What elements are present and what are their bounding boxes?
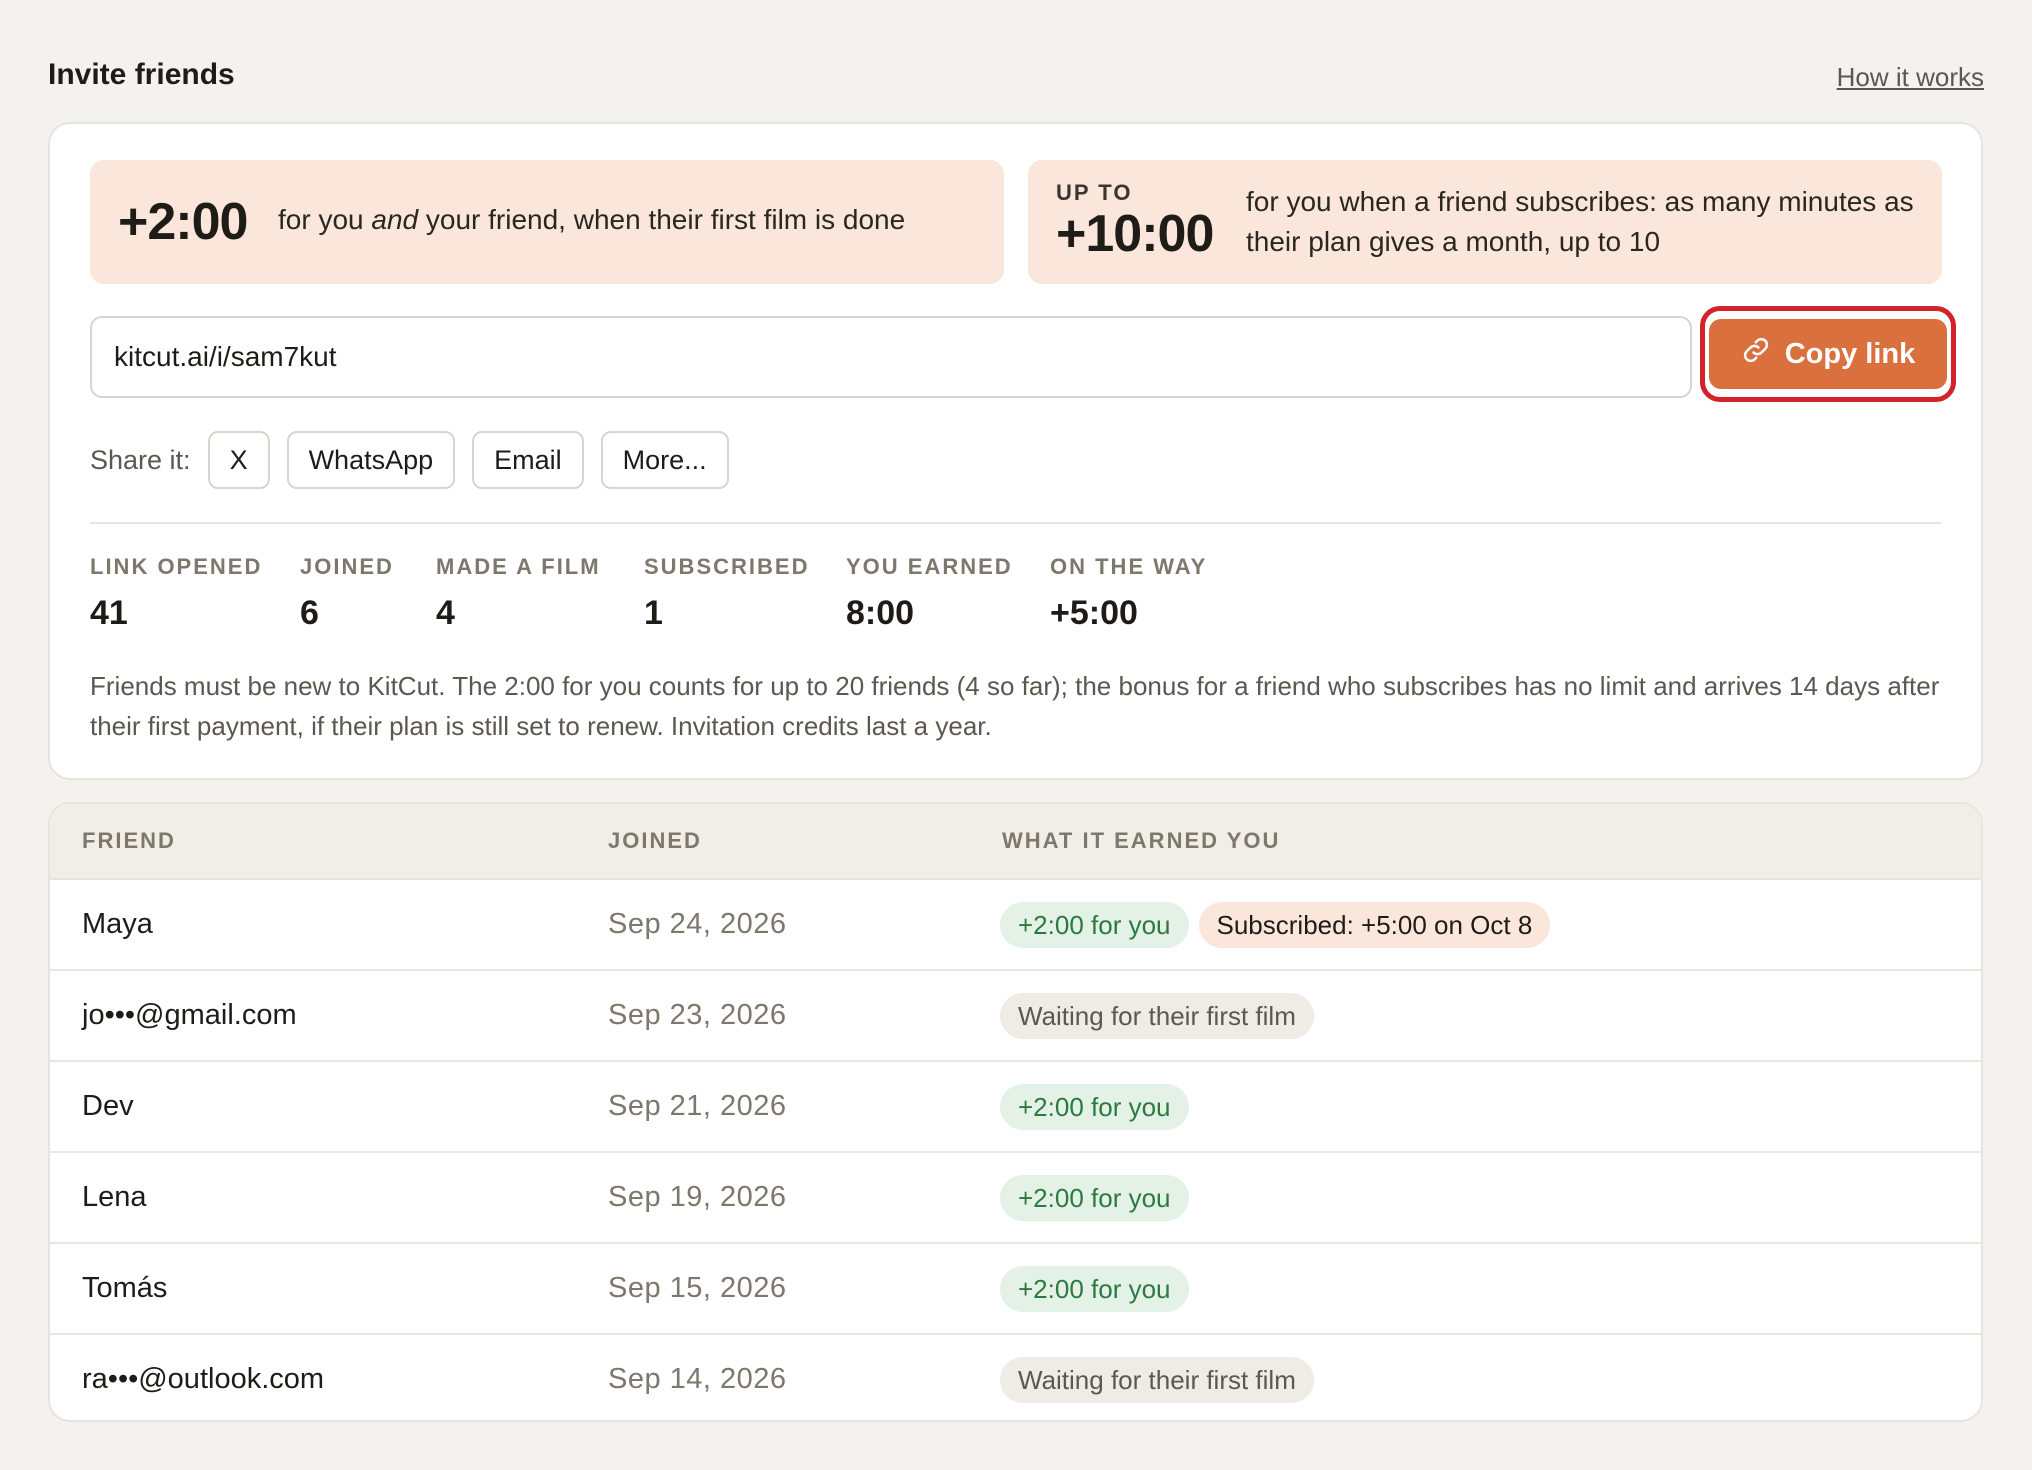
share-label: Share it: bbox=[90, 444, 191, 475]
table-row: Lena Sep 19, 2026 +2:00 for you bbox=[50, 1153, 1981, 1244]
friend-earnings: +2:00 for you Subscribed: +5:00 on Oct 8 bbox=[1000, 902, 1551, 948]
reward-subscription-prefix: UP TO bbox=[1056, 180, 1133, 205]
share-x-button[interactable]: X bbox=[207, 431, 270, 489]
friend-name: Tomás bbox=[82, 1272, 168, 1304]
stat-label: LINK OPENED bbox=[90, 554, 263, 579]
reward-first-film-text-before: for you bbox=[278, 204, 372, 235]
copy-link-label: Copy link bbox=[1784, 337, 1916, 370]
reward-first-film-text-em: and bbox=[371, 204, 419, 235]
friend-joined-date: Sep 21, 2026 bbox=[608, 1090, 787, 1122]
friend-joined-date: Sep 24, 2026 bbox=[608, 908, 787, 940]
stat-label: JOINED bbox=[300, 554, 394, 579]
invite-link-field[interactable] bbox=[90, 316, 1692, 398]
how-it-works-link[interactable]: How it works bbox=[1837, 62, 1984, 93]
stat-on-the-way: ON THE WAY +5:00 bbox=[1050, 554, 1207, 633]
terms-fineprint: Friends must be new to KitCut. The 2:00 … bbox=[90, 671, 1940, 741]
invite-friends-page: Invite friends How it works +2:00 for yo… bbox=[0, 0, 2032, 1470]
share-row: Share it: X WhatsApp Email More... bbox=[90, 430, 729, 490]
friend-name: Maya bbox=[82, 908, 153, 940]
friend-earnings: +2:00 for you bbox=[1000, 1084, 1189, 1130]
waiting-badge: Waiting for their first film bbox=[1000, 993, 1314, 1039]
share-more-button[interactable]: More... bbox=[600, 431, 729, 489]
link-icon bbox=[1741, 335, 1771, 373]
copy-link-button[interactable]: Copy link bbox=[1709, 319, 1947, 389]
reward-first-film-text-after: your friend, when their first film is do… bbox=[418, 204, 906, 235]
reward-subscription-text: for you when a friend subscribes: as man… bbox=[1246, 186, 1914, 257]
table-row: Maya Sep 24, 2026 +2:00 for you Subscrib… bbox=[50, 880, 1981, 971]
page-title: Invite friends bbox=[48, 58, 235, 91]
stat-made-a-film: MADE A FILM 4 bbox=[436, 554, 601, 633]
subscribed-badge: Subscribed: +5:00 on Oct 8 bbox=[1198, 902, 1551, 948]
friend-joined-date: Sep 19, 2026 bbox=[608, 1181, 787, 1213]
column-header-earned: WHAT IT EARNED YOU bbox=[1002, 828, 1281, 853]
stat-subscribed: SUBSCRIBED 1 bbox=[644, 554, 809, 633]
table-row: ra•••@outlook.com Sep 14, 2026 Waiting f… bbox=[50, 1335, 1981, 1420]
earned-badge: +2:00 for you bbox=[1000, 902, 1189, 948]
friend-earnings: Waiting for their first film bbox=[1000, 1357, 1314, 1403]
stat-value: 4 bbox=[436, 594, 455, 632]
divider bbox=[90, 522, 1941, 524]
earned-badge: +2:00 for you bbox=[1000, 1266, 1189, 1312]
friend-name: jo•••@gmail.com bbox=[82, 999, 297, 1031]
stat-value: 41 bbox=[90, 594, 128, 632]
reward-first-film-text: for you and your friend, when their firs… bbox=[278, 204, 905, 236]
table-header: FRIEND JOINED WHAT IT EARNED YOU bbox=[50, 804, 1981, 880]
stat-label: YOU EARNED bbox=[846, 554, 1013, 579]
friend-earnings: +2:00 for you bbox=[1000, 1266, 1189, 1312]
column-header-friend: FRIEND bbox=[82, 828, 176, 853]
column-header-joined: JOINED bbox=[608, 828, 702, 853]
reward-subscription-amount: +10:00 bbox=[1056, 205, 1214, 263]
page-header: Invite friends How it works bbox=[48, 56, 1984, 96]
copy-link-highlight: Copy link bbox=[1700, 306, 1956, 402]
friends-table: FRIEND JOINED WHAT IT EARNED YOU Maya Se… bbox=[48, 802, 1983, 1422]
reward-first-film: +2:00 for you and your friend, when thei… bbox=[90, 160, 1004, 284]
table-row: Dev Sep 21, 2026 +2:00 for you bbox=[50, 1062, 1981, 1153]
waiting-badge: Waiting for their first film bbox=[1000, 1357, 1314, 1403]
stat-you-earned: YOU EARNED 8:00 bbox=[846, 554, 1013, 633]
stat-label: SUBSCRIBED bbox=[644, 554, 810, 579]
share-whatsapp-button[interactable]: WhatsApp bbox=[286, 431, 456, 489]
share-email-button[interactable]: Email bbox=[472, 431, 584, 489]
table-row: Tomás Sep 15, 2026 +2:00 for you bbox=[50, 1244, 1981, 1335]
friend-earnings: +2:00 for you bbox=[1000, 1175, 1189, 1221]
stat-label: ON THE WAY bbox=[1050, 554, 1208, 579]
stat-value: +5:00 bbox=[1050, 594, 1138, 632]
reward-subscription: UP TO +10:00 for you when a friend subsc… bbox=[1028, 160, 1942, 284]
table-row: jo•••@gmail.com Sep 23, 2026 Waiting for… bbox=[50, 971, 1981, 1062]
invite-card: +2:00 for you and your friend, when thei… bbox=[48, 122, 1983, 780]
friend-name: Dev bbox=[82, 1090, 134, 1122]
earned-badge: +2:00 for you bbox=[1000, 1084, 1189, 1130]
stat-value: 6 bbox=[300, 594, 319, 632]
friend-joined-date: Sep 23, 2026 bbox=[608, 999, 787, 1031]
earned-badge: +2:00 for you bbox=[1000, 1175, 1189, 1221]
friend-name: ra•••@outlook.com bbox=[82, 1363, 325, 1395]
stat-value: 8:00 bbox=[846, 594, 915, 632]
stat-value: 1 bbox=[644, 594, 663, 632]
friend-joined-date: Sep 15, 2026 bbox=[608, 1272, 787, 1304]
friend-earnings: Waiting for their first film bbox=[1000, 993, 1314, 1039]
stat-joined: JOINED 6 bbox=[300, 554, 394, 633]
stat-link-opened: LINK OPENED 41 bbox=[90, 554, 262, 633]
friend-name: Lena bbox=[82, 1181, 147, 1213]
friend-joined-date: Sep 14, 2026 bbox=[608, 1363, 787, 1395]
reward-first-film-amount: +2:00 bbox=[118, 193, 248, 251]
stat-label: MADE A FILM bbox=[436, 554, 601, 579]
